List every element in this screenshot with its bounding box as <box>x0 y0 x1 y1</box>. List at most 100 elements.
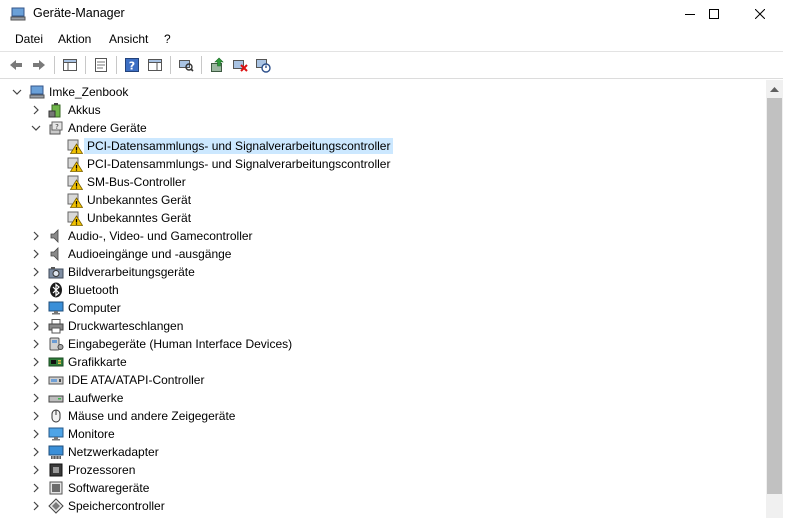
disable-device-icon <box>256 59 271 73</box>
chevron-right-icon[interactable] <box>30 428 42 440</box>
chevron-right-icon[interactable] <box>30 248 42 260</box>
hid-icon <box>49 337 64 351</box>
tree-item-label: Audio-, Video- und Gamecontroller <box>68 229 253 243</box>
tree-category[interactable]: Akkus <box>0 101 766 119</box>
tree-item-label: Netzwerkadapter <box>68 445 159 459</box>
tree-root[interactable]: Imke_Zenbook <box>0 83 766 101</box>
scrollbar-thumb[interactable] <box>767 98 782 494</box>
chevron-right-icon[interactable] <box>30 464 42 476</box>
tree-item-label: Grafikkarte <box>68 355 127 369</box>
menu-help[interactable]: ? <box>163 32 172 46</box>
tree-category[interactable]: Bluetooth <box>0 281 766 299</box>
menu-aktion[interactable]: Aktion <box>57 32 92 46</box>
chevron-right-icon[interactable] <box>30 482 42 494</box>
chevron-down-icon[interactable] <box>11 86 23 98</box>
chevron-right-icon[interactable] <box>30 356 42 368</box>
tree-category[interactable]: Grafikkarte <box>0 353 766 371</box>
bluetooth-icon <box>50 282 62 298</box>
tree-item-label: Speichercontroller <box>68 499 165 513</box>
chevron-right-icon[interactable] <box>30 392 42 404</box>
update-driver-icon <box>211 57 224 72</box>
tree-category[interactable]: Druckwarteschlangen <box>0 317 766 335</box>
chevron-right-icon[interactable] <box>30 284 42 296</box>
menu-bar: Datei Aktion Ansicht ? <box>0 30 787 50</box>
tree-category[interactable]: Eingabegeräte (Human Interface Devices) <box>0 335 766 353</box>
chevron-right-icon[interactable] <box>30 374 42 386</box>
tree-item-label: Audioeingänge und -ausgänge <box>68 247 232 261</box>
back-button[interactable] <box>6 55 26 75</box>
properties-icon <box>95 58 107 72</box>
warning-device-icon <box>67 175 83 190</box>
tree-category[interactable]: Computer <box>0 299 766 317</box>
tree-device[interactable]: SM-Bus-Controller <box>0 173 766 191</box>
chevron-right-icon[interactable] <box>30 500 42 512</box>
chevron-right-icon[interactable] <box>30 302 42 314</box>
tree-item-label: Softwaregeräte <box>68 481 150 495</box>
forward-button[interactable] <box>29 55 49 75</box>
tree-category[interactable]: Softwaregeräte <box>0 479 766 497</box>
tree-device[interactable]: PCI-Datensammlungs- und Signalverarbeitu… <box>0 155 766 173</box>
tree-device[interactable]: PCI-Datensammlungs- und Signalverarbeitu… <box>0 137 766 155</box>
tree-category[interactable]: Audio-, Video- und Gamecontroller <box>0 227 766 245</box>
title-bar[interactable]: Geräte-Manager <box>0 0 787 28</box>
window-title: Geräte-Manager <box>33 6 125 20</box>
chevron-down-icon[interactable] <box>30 122 42 134</box>
help-icon: ? <box>125 58 139 73</box>
tree-item-label: Prozessoren <box>68 463 136 477</box>
tree-category[interactable]: Laufwerke <box>0 389 766 407</box>
other-devices-icon: ? <box>49 121 63 135</box>
tree-category[interactable]: Prozessoren <box>0 461 766 479</box>
maximize-button[interactable] <box>691 0 737 28</box>
action-pane-button[interactable] <box>145 55 165 75</box>
tree-category[interactable]: IDE ATA/ATAPI-Controller <box>0 371 766 389</box>
tree-item-label: Bildverarbeitungsgeräte <box>68 265 195 279</box>
scan-hardware-button[interactable] <box>176 55 196 75</box>
menu-datei[interactable]: Datei <box>14 32 44 46</box>
help-button[interactable]: ? <box>122 55 142 75</box>
tree-item-label: Laufwerke <box>68 391 124 405</box>
tree-category[interactable]: Audioeingänge und -ausgänge <box>0 245 766 263</box>
chevron-right-icon[interactable] <box>30 338 42 350</box>
menu-ansicht[interactable]: Ansicht <box>108 32 149 46</box>
device-tree[interactable]: Imke_Zenbook Akkus? Andere Geräte PCI-Date… <box>0 80 766 518</box>
tree-item-label: Mäuse und andere Zeigegeräte <box>68 409 236 423</box>
scroll-up-button[interactable] <box>766 80 783 97</box>
device-manager-window: Geräte-Manager Datei Aktion Ansicht ? ? … <box>0 0 787 518</box>
update-driver-button[interactable] <box>207 55 227 75</box>
tree-category[interactable]: Mäuse und andere Zeigegeräte <box>0 407 766 425</box>
chevron-right-icon[interactable] <box>30 266 42 278</box>
tree-item-label: Akkus <box>68 103 101 117</box>
properties-button[interactable] <box>91 55 111 75</box>
mouse-icon <box>51 409 61 423</box>
tree-device[interactable]: Unbekanntes Gerät <box>0 191 766 209</box>
chevron-right-icon[interactable] <box>30 446 42 458</box>
arrow-right-icon <box>33 60 45 70</box>
tree-category[interactable]: Netzwerkadapter <box>0 443 766 461</box>
warning-device-icon <box>67 139 83 154</box>
network-adapter-icon <box>48 445 64 459</box>
disable-device-button[interactable] <box>253 55 273 75</box>
device-manager-app-icon <box>10 6 26 22</box>
computer-root-icon <box>29 85 45 99</box>
tree-category[interactable]: Monitore <box>0 425 766 443</box>
tree-item-label: Bluetooth <box>68 283 119 297</box>
tree-item-label: Druckwarteschlangen <box>68 319 184 333</box>
action-pane-icon <box>148 59 162 71</box>
tree-category[interactable]: Bildverarbeitungsgeräte <box>0 263 766 281</box>
tree-category[interactable]: Speichercontroller <box>0 497 766 515</box>
svg-text:?: ? <box>129 60 135 73</box>
tree-category[interactable]: ? Andere Geräte <box>0 119 766 137</box>
tree-item-label: PCI-Datensammlungs- und Signalverarbeitu… <box>87 157 391 171</box>
close-button[interactable] <box>737 0 783 28</box>
chevron-right-icon[interactable] <box>30 320 42 332</box>
chevron-right-icon[interactable] <box>30 410 42 422</box>
toolbar: ? <box>0 51 787 79</box>
maximize-icon <box>709 9 719 19</box>
show-hide-console-tree-button[interactable] <box>60 55 80 75</box>
chevron-right-icon[interactable] <box>30 104 42 116</box>
chevron-right-icon[interactable] <box>30 230 42 242</box>
uninstall-device-icon <box>233 60 248 72</box>
uninstall-device-button[interactable] <box>230 55 250 75</box>
tree-device[interactable]: Unbekanntes Gerät <box>0 209 766 227</box>
vertical-scrollbar[interactable] <box>766 80 783 518</box>
